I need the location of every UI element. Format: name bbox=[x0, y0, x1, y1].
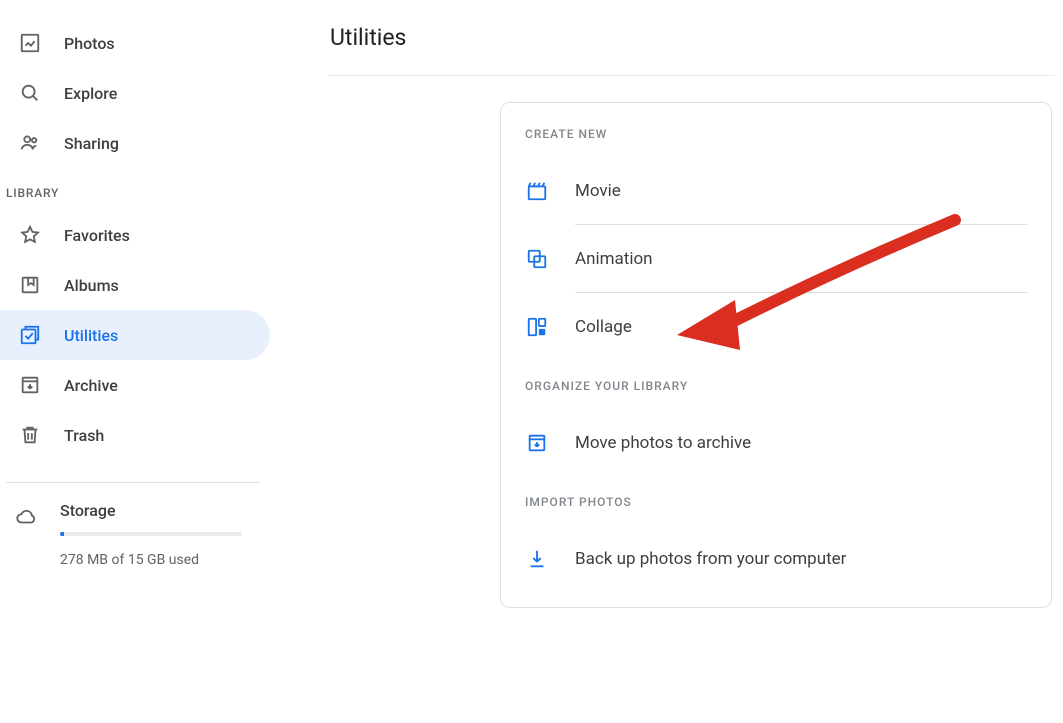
card-section-organize: ORGANIZE YOUR LIBRARY bbox=[525, 379, 1027, 393]
create-collage[interactable]: Collage bbox=[525, 293, 1027, 361]
page-title: Utilities bbox=[330, 24, 1063, 51]
backup-from-computer[interactable]: Back up photos from your computer bbox=[525, 525, 1027, 593]
sidebar-item-utilities[interactable]: Utilities bbox=[0, 310, 270, 360]
sidebar-item-photos[interactable]: Photos bbox=[0, 18, 270, 68]
card-item-label: Move photos to archive bbox=[575, 409, 1027, 477]
sidebar-item-albums[interactable]: Albums bbox=[0, 260, 270, 310]
sidebar-item-label: Albums bbox=[64, 276, 119, 295]
card-item-label: Collage bbox=[575, 293, 1027, 361]
utilities-icon bbox=[18, 323, 42, 347]
sidebar-storage[interactable]: Storage 278 MB of 15 GB used bbox=[0, 501, 270, 571]
sidebar-item-trash[interactable]: Trash bbox=[0, 410, 270, 460]
star-icon bbox=[18, 223, 42, 247]
card-item-label: Back up photos from your computer bbox=[575, 525, 1027, 593]
create-movie[interactable]: Movie bbox=[525, 157, 1027, 225]
sidebar-item-explore[interactable]: Explore bbox=[0, 68, 270, 118]
collage-icon bbox=[525, 315, 549, 339]
card-item-label: Animation bbox=[575, 225, 1027, 293]
sidebar-item-favorites[interactable]: Favorites bbox=[0, 210, 270, 260]
card-section-create-new: CREATE NEW bbox=[525, 127, 1027, 141]
sidebar: Photos Explore Sharing LIBRARY Favorites bbox=[0, 0, 270, 723]
sidebar-item-label: Explore bbox=[64, 84, 117, 103]
sidebar-item-sharing[interactable]: Sharing bbox=[0, 118, 270, 168]
sidebar-item-label: Favorites bbox=[64, 226, 130, 245]
sidebar-item-label: Photos bbox=[64, 34, 115, 53]
bookmark-icon bbox=[18, 273, 42, 297]
image-icon bbox=[18, 31, 42, 55]
create-animation[interactable]: Animation bbox=[525, 225, 1027, 293]
download-icon bbox=[525, 547, 549, 571]
sidebar-item-label: Sharing bbox=[64, 134, 119, 153]
search-icon bbox=[18, 81, 42, 105]
storage-title: Storage bbox=[60, 501, 242, 520]
cloud-icon bbox=[14, 505, 38, 529]
storage-used-text: 278 MB of 15 GB used bbox=[60, 550, 242, 571]
animation-icon bbox=[525, 247, 549, 271]
archive-icon bbox=[18, 373, 42, 397]
card-item-label: Movie bbox=[575, 157, 1027, 225]
title-divider bbox=[328, 75, 1055, 76]
trash-icon bbox=[18, 423, 42, 447]
sidebar-item-label: Archive bbox=[64, 376, 118, 395]
archive-box-icon bbox=[525, 431, 549, 455]
move-to-archive[interactable]: Move photos to archive bbox=[525, 409, 1027, 477]
sidebar-section-library: LIBRARY bbox=[0, 168, 270, 210]
sidebar-item-label: Utilities bbox=[64, 326, 118, 345]
storage-progress bbox=[60, 532, 242, 536]
people-icon bbox=[18, 131, 42, 155]
movie-icon bbox=[525, 179, 549, 203]
sidebar-item-archive[interactable]: Archive bbox=[0, 360, 270, 410]
card-section-import: IMPORT PHOTOS bbox=[525, 495, 1027, 509]
sidebar-divider bbox=[6, 482, 260, 483]
sidebar-item-label: Trash bbox=[64, 426, 104, 445]
utilities-card: CREATE NEW Movie Animation Collage ORGAN… bbox=[500, 102, 1052, 608]
